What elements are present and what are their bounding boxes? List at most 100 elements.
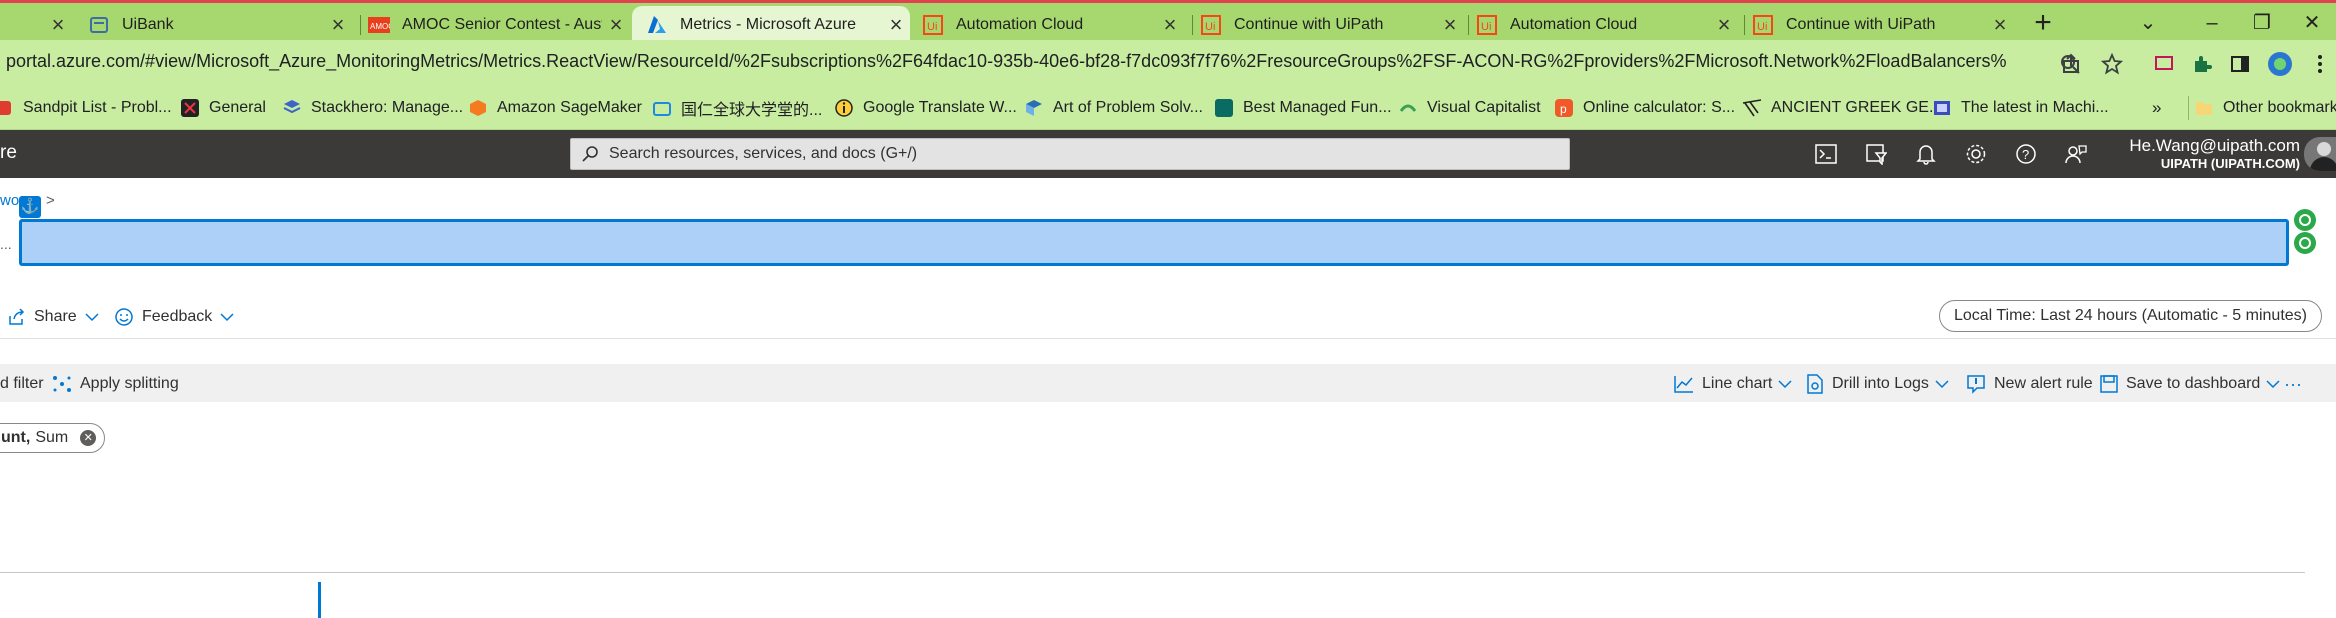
logs-icon (1807, 374, 1823, 394)
tab-search-dropdown-icon[interactable]: ⌄ (2128, 7, 2168, 39)
status-target-icon[interactable] (2294, 209, 2316, 231)
other-bookmarks[interactable]: Other bookmarks (2194, 96, 2336, 120)
feedback-button[interactable]: Feedback (114, 306, 242, 328)
breadcrumb[interactable]: wo (0, 192, 19, 209)
remove-metric-icon[interactable]: ✕ (80, 430, 97, 446)
bookmark-machine-learning[interactable]: The latest in Machi... (1932, 96, 2109, 120)
fund-icon (1214, 98, 1234, 118)
vc-icon (1398, 98, 1418, 118)
command-bar: Share Feedback Local Time: Last 24 hours… (0, 300, 2336, 334)
bookmark-label: Best Managed Fun... (1243, 99, 1392, 116)
bookmark-stackhero[interactable]: Stackhero: Manage... (282, 96, 463, 120)
account-directory: UIPATH (UIPATH.COM) (2160, 156, 2300, 171)
share-label: Share (34, 308, 77, 325)
bookmark-guoren[interactable]: 国仁全球大学堂的... (652, 96, 822, 120)
directory-filter-icon[interactable] (1861, 140, 1891, 168)
save-to-dashboard-button[interactable]: Save to dashboard (2100, 373, 2288, 395)
chart-title-input[interactable] (19, 219, 2289, 266)
more-options-button[interactable]: ··· (2284, 373, 2302, 395)
bookmark-google-translate[interactable]: Google Translate W... (834, 96, 1017, 120)
drill-into-logs-label: Drill into Logs (1832, 375, 1929, 392)
account-menu[interactable]: He.Wang@uipath.com UIPATH (UIPATH.COM) (2129, 136, 2300, 172)
svg-text:p: p (1560, 102, 1567, 116)
tab-automation-cloud-1[interactable]: Ui Automation Cloud × (922, 6, 1184, 43)
minimize-button[interactable]: – (2192, 7, 2232, 39)
apply-splitting-button[interactable]: Apply splitting (52, 373, 179, 395)
tab-partial[interactable]: × (0, 6, 72, 43)
time-range-picker[interactable]: Local Time: Last 24 hours (Automatic - 5… (1938, 300, 2322, 332)
help-icon[interactable]: ? (2011, 140, 2041, 168)
bookmark-general[interactable]: General (180, 96, 266, 120)
tab-close-icon[interactable]: × (324, 12, 352, 38)
line-chart-button[interactable]: Line chart (1674, 373, 1800, 395)
cast-icon[interactable] (2150, 50, 2178, 78)
cube-icon (468, 98, 488, 118)
tab-uibank[interactable]: UiBank × (88, 6, 352, 43)
tab-close-icon[interactable]: × (1436, 12, 1464, 38)
tab-close-icon[interactable]: × (1710, 12, 1738, 38)
metric-pill[interactable]: unt, Sum ✕ (0, 423, 106, 453)
folder-icon (2194, 98, 2214, 118)
chevron-down-icon (220, 313, 234, 322)
feedback-person-icon[interactable] (2061, 140, 2091, 168)
bookmark-label: General (209, 99, 266, 116)
bookmark-label: 国仁全球大学堂的... (681, 102, 823, 119)
tab-separator (360, 15, 361, 35)
settings-gear-icon[interactable] (1961, 140, 1991, 168)
smiley-icon (115, 308, 133, 326)
close-window-button[interactable]: ✕ (2292, 7, 2332, 39)
side-panel-icon[interactable] (2226, 50, 2254, 78)
tab-continue-uipath-1[interactable]: Ui Continue with UiPath × (1200, 6, 1464, 43)
tab-amoc[interactable]: AMOC AMOC Senior Contest - Austr × (368, 6, 630, 43)
uipath-icon: Ui (1476, 14, 1498, 36)
tab-close-icon[interactable]: × (882, 12, 910, 38)
tab-separator (1468, 15, 1469, 35)
extensions-icon[interactable] (2188, 50, 2216, 78)
bookmark-sandpit[interactable]: Sandpit List - Probl... (0, 96, 172, 120)
amoc-icon: AMOC (368, 14, 390, 36)
tab-close-icon[interactable]: × (1986, 12, 2014, 38)
bookmark-label: Online calculator: S... (1583, 99, 1736, 116)
tab-continue-uipath-2[interactable]: Ui Continue with UiPath × (1752, 6, 2014, 43)
search-placeholder: Search resources, services, and docs (G+… (609, 145, 918, 162)
more-options-left[interactable]: ... (0, 236, 12, 252)
tab-close-icon[interactable]: × (44, 12, 72, 38)
bookmark-online-calculator[interactable]: p Online calculator: S... (1554, 96, 1735, 120)
avatar[interactable] (2304, 137, 2336, 171)
bookmark-best-managed[interactable]: Best Managed Fun... (1214, 96, 1392, 120)
bookmark-visual-capitalist[interactable]: Visual Capitalist (1398, 96, 1541, 120)
profile-avatar-icon[interactable] (2266, 50, 2294, 78)
azure-brand[interactable]: re (0, 142, 17, 164)
tab-close-icon[interactable]: × (1156, 12, 1184, 38)
chart-cursor-line (318, 582, 321, 618)
cloud-shell-icon[interactable] (1811, 140, 1841, 168)
bookmark-sagemaker[interactable]: Amazon SageMaker (468, 96, 642, 120)
anchor-icon[interactable]: ⚓ (19, 196, 41, 218)
bookmark-star-icon[interactable] (2098, 50, 2126, 78)
svg-text:AMOC: AMOC (370, 22, 390, 31)
bookmarks-overflow-button[interactable]: » (2152, 96, 2161, 120)
chevron-down-icon (85, 313, 99, 322)
share-page-icon[interactable] (2058, 50, 2086, 78)
status-settings-icon[interactable] (2294, 232, 2316, 254)
url-field[interactable]: portal.azure.com/#view/Microsoft_Azure_M… (6, 51, 2006, 72)
bookmark-aops[interactable]: Art of Problem Solv... (1024, 96, 1203, 120)
browser-window: × UiBank × AMOC AMOC Senior Contest - Au… (0, 0, 2336, 618)
tab-metrics-azure[interactable]: Metrics - Microsoft Azure × (632, 6, 910, 43)
uipath-icon: Ui (922, 14, 944, 36)
search-input[interactable]: Search resources, services, and docs (G+… (570, 138, 1570, 170)
share-button[interactable]: Share (8, 306, 107, 328)
drill-into-logs-button[interactable]: Drill into Logs (1806, 373, 1957, 395)
ml-icon (1932, 98, 1952, 118)
bookmark-ancient-greek[interactable]: ANCIENT GREEK GE... (1742, 96, 1942, 120)
tab-automation-cloud-2[interactable]: Ui Automation Cloud × (1476, 6, 1738, 43)
tab-close-icon[interactable]: × (602, 12, 630, 38)
new-alert-rule-button[interactable]: New alert rule (1966, 373, 2093, 395)
restore-button[interactable]: ❐ (2242, 7, 2282, 39)
divider (0, 338, 2336, 339)
add-filter-button[interactable]: d filter (0, 373, 44, 395)
notifications-bell-icon[interactable] (1911, 140, 1941, 168)
new-tab-button[interactable]: + (2026, 7, 2060, 41)
uipath-icon: Ui (1200, 14, 1222, 36)
browser-menu-icon[interactable] (2306, 50, 2334, 78)
